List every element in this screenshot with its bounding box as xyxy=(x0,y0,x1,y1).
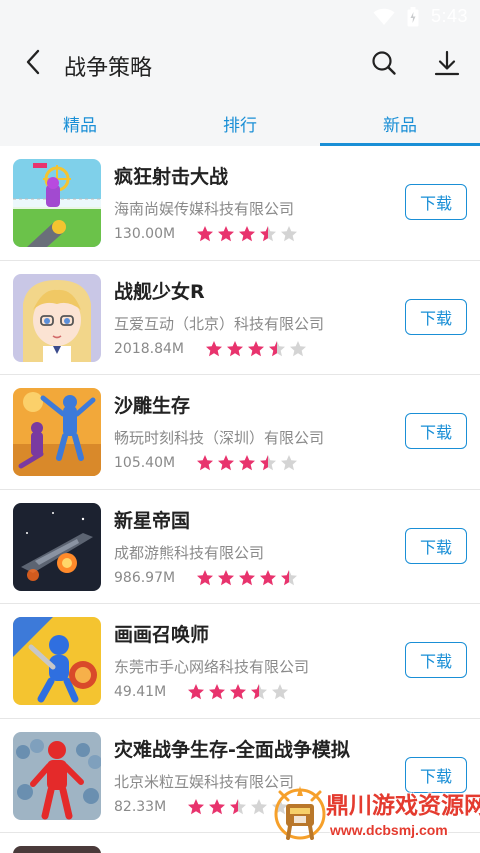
app-name: 沙雕生存 xyxy=(114,395,191,417)
star-icon xyxy=(217,569,235,587)
download-button[interactable]: 下载 xyxy=(405,527,467,564)
star-icon xyxy=(250,683,268,701)
app-icon[interactable] xyxy=(13,731,101,820)
page-title: 战争策略 xyxy=(64,56,153,81)
watermark-logo-icon xyxy=(272,782,328,844)
app-size: 130.00M xyxy=(114,226,176,242)
app-name: 战舰少女R xyxy=(114,280,205,303)
tab-new[interactable]: 新品 xyxy=(320,100,480,146)
status-icons: 5:43 xyxy=(373,6,468,27)
download-button[interactable]: 下载 xyxy=(405,298,467,335)
star-icon xyxy=(226,340,244,358)
watermark-title: 鼎川游戏资源网 xyxy=(326,793,480,819)
app-icon[interactable] xyxy=(13,388,101,476)
app-size: 105.40M xyxy=(114,455,176,471)
download-button[interactable]: 下载 xyxy=(405,642,467,678)
star-icon xyxy=(250,798,268,816)
star-icon xyxy=(247,340,265,358)
star-icon xyxy=(196,454,214,472)
star-icon xyxy=(259,225,277,243)
star-icon xyxy=(196,569,214,587)
back-button[interactable] xyxy=(18,49,48,79)
app-icon[interactable] xyxy=(13,159,101,247)
app-icon[interactable] xyxy=(13,617,101,705)
app-developer: 成都游熊科技有限公司 xyxy=(114,543,265,562)
search-icon xyxy=(371,50,397,80)
star-rating xyxy=(196,569,298,587)
star-icon xyxy=(238,225,256,243)
watermark: 鼎川游戏资源网 www.dcbsmj.com xyxy=(268,776,480,853)
star-icon xyxy=(280,225,298,243)
download-button[interactable]: 下载 xyxy=(405,413,467,449)
star-rating xyxy=(205,340,307,358)
app-row[interactable]: 新星帝国 成都游熊科技有限公司 986.97M 下载 xyxy=(0,490,480,604)
star-icon xyxy=(229,798,247,816)
star-icon xyxy=(217,454,235,472)
status-bar: 5:43 xyxy=(0,0,480,34)
star-icon xyxy=(271,683,289,701)
star-icon xyxy=(208,798,226,816)
download-button[interactable]: 下载 xyxy=(405,184,467,220)
app-icon[interactable] xyxy=(13,502,101,591)
app-row[interactable]: 疯狂射击大战 海南尚娱传媒科技有限公司 130.00M 下载 xyxy=(0,146,480,261)
app-developer: 海南尚娱传媒科技有限公司 xyxy=(114,200,295,218)
battery-icon xyxy=(407,6,419,27)
app-name: 新星帝国 xyxy=(114,509,191,532)
tab-featured[interactable]: 精品 xyxy=(0,100,160,146)
app-row[interactable]: 画画召唤师 东莞市手心网络科技有限公司 49.41M 下载 xyxy=(0,604,480,719)
watermark-url: www.dcbsmj.com xyxy=(330,822,448,838)
app-name: 画画召唤师 xyxy=(114,624,210,646)
top-bar: 5:43 战争策略 xyxy=(0,0,480,100)
app-row[interactable]: 战舰少女R 互爱互动（北京）科技有限公司 2018.84M 下载 xyxy=(0,261,480,375)
star-rating xyxy=(187,683,289,701)
status-time: 5:43 xyxy=(430,6,468,26)
app-list: 疯狂射击大战 海南尚娱传媒科技有限公司 130.00M 下载 战舰少女R 互爱互… xyxy=(0,146,480,853)
app-developer: 畅玩时刻科技（深圳）有限公司 xyxy=(114,429,325,447)
download-manager-button[interactable] xyxy=(430,48,464,82)
app-icon[interactable] xyxy=(13,846,101,853)
search-button[interactable] xyxy=(368,49,400,81)
app-size: 2018.84M xyxy=(114,340,184,357)
star-icon xyxy=(187,798,205,816)
star-icon xyxy=(229,683,247,701)
star-icon xyxy=(238,454,256,472)
star-icon xyxy=(268,340,286,358)
star-icon xyxy=(205,340,223,358)
back-arrow-icon xyxy=(25,49,41,79)
header: 战争策略 xyxy=(0,40,480,90)
app-row[interactable]: 沙雕生存 畅玩时刻科技（深圳）有限公司 105.40M 下载 xyxy=(0,375,480,490)
app-name: 灾难战争生存-全面战争模拟 xyxy=(114,738,350,761)
star-icon xyxy=(196,225,214,243)
app-developer: 北京米粒互娱科技有限公司 xyxy=(114,772,295,791)
app-name: 疯狂射击大战 xyxy=(114,166,229,188)
star-icon xyxy=(208,683,226,701)
app-size: 82.33M xyxy=(114,798,167,815)
app-icon[interactable] xyxy=(13,273,101,362)
star-icon xyxy=(259,569,277,587)
app-developer: 东莞市手心网络科技有限公司 xyxy=(114,658,310,676)
star-rating xyxy=(196,225,298,243)
app-size: 49.41M xyxy=(114,684,167,700)
tab-ranking[interactable]: 排行 xyxy=(160,100,320,146)
star-icon xyxy=(280,569,298,587)
wifi-icon xyxy=(373,8,395,26)
tab-bar: 精品 排行 新品 xyxy=(0,100,480,146)
star-icon xyxy=(238,569,256,587)
star-rating xyxy=(196,454,298,472)
star-icon xyxy=(217,225,235,243)
download-icon xyxy=(433,49,461,81)
star-icon xyxy=(280,454,298,472)
app-developer: 互爱互动（北京）科技有限公司 xyxy=(114,314,325,333)
app-size: 986.97M xyxy=(114,569,176,586)
star-icon xyxy=(259,454,277,472)
star-icon xyxy=(289,340,307,358)
star-icon xyxy=(187,683,205,701)
